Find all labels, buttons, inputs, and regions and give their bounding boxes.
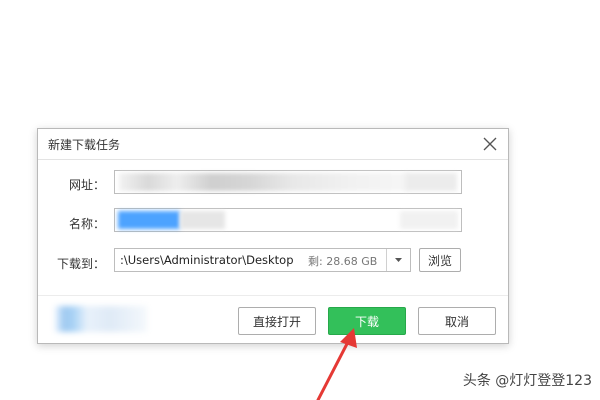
save-path-select[interactable]: :\Users\Administrator\Desktop 剩: 28.68 G… (114, 248, 411, 272)
url-label: 网址： (68, 178, 105, 192)
close-button[interactable] (480, 134, 500, 154)
blurred-name-rest (180, 211, 225, 229)
url-input[interactable] (114, 170, 462, 194)
blurred-name-selection (118, 211, 180, 229)
blurred-name-tail (400, 211, 458, 229)
watermark-text: 头条 @灯灯登登123 (462, 373, 592, 389)
dropdown-arrow-icon (395, 258, 402, 262)
blurred-footer-item (55, 306, 147, 332)
blurred-url-tail (405, 173, 457, 191)
save-path-value: :\Users\Administrator\Desktop (120, 253, 294, 267)
free-space-text: 剩: 28.68 GB (308, 255, 378, 268)
cancel-button[interactable]: 取消 (418, 307, 496, 335)
footer-separator (38, 295, 508, 296)
blurred-url-value (119, 173, 409, 191)
red-arrow-annotation (316, 328, 357, 400)
screen: 新建下载任务 网址： 名称： 下载到： :\Users\Administrato… (0, 0, 600, 400)
save-to-label: 下载到： (56, 257, 105, 271)
close-icon (483, 137, 497, 151)
path-dropdown-button[interactable] (386, 249, 410, 271)
dialog-title-bar[interactable]: 新建下载任务 (38, 129, 508, 160)
name-input[interactable] (114, 208, 462, 232)
dialog-title: 新建下载任务 (48, 138, 121, 152)
browse-button[interactable]: 浏览 (419, 248, 461, 272)
name-label: 名称： (68, 217, 105, 231)
